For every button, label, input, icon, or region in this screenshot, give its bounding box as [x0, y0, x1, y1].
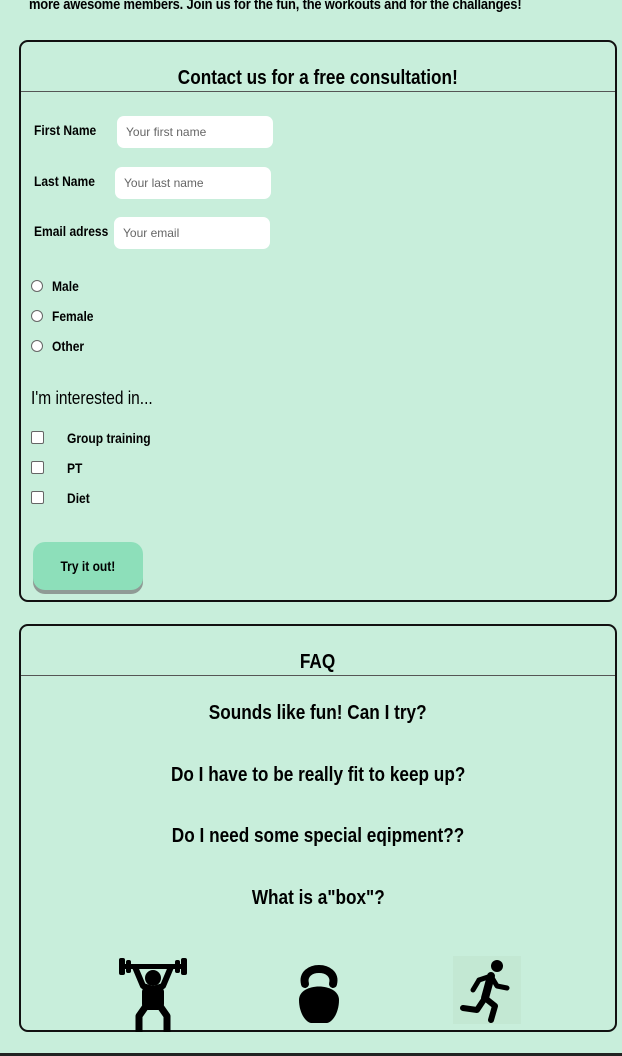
- radio-label: Female: [52, 308, 94, 324]
- checkbox-label: Diet: [67, 490, 90, 506]
- checkbox[interactable]: [31, 491, 44, 504]
- faq-card: FAQ Sounds like fun! Can I try? Do I hav…: [19, 624, 617, 1035]
- faq-question-fitness[interactable]: Do I have to be really fit to keep up?: [21, 764, 615, 787]
- weightlifter-icon: [117, 956, 189, 1035]
- checkbox-label: PT: [67, 460, 83, 476]
- last-name-input[interactable]: [115, 167, 271, 199]
- contact-form-title: Contact us for a free consultation!: [21, 42, 615, 92]
- radio-label: Other: [52, 338, 85, 354]
- first-name-label: First Name: [34, 122, 97, 138]
- last-name-label: Last Name: [34, 173, 95, 189]
- radio-button[interactable]: [31, 310, 43, 322]
- radio-button[interactable]: [31, 280, 43, 292]
- radio-label: Male: [52, 278, 79, 294]
- faq-question-try[interactable]: Sounds like fun! Can I try?: [21, 702, 615, 725]
- checkbox[interactable]: [31, 431, 44, 444]
- interest-heading: I'm interested in...: [31, 388, 153, 408]
- checkbox[interactable]: [31, 461, 44, 474]
- faq-question-equipment[interactable]: Do I need some special eqipment??: [21, 825, 615, 848]
- try-it-out-button[interactable]: Try it out!: [33, 542, 143, 590]
- email-input[interactable]: [114, 217, 270, 249]
- faq-title: FAQ: [21, 626, 615, 676]
- first-name-input[interactable]: [117, 116, 273, 148]
- kettlebell-icon: [291, 956, 347, 1026]
- faq-question-box[interactable]: What is a"box"?: [21, 887, 615, 910]
- intro-text: more awesome members. Join us for the fu…: [28, 0, 522, 13]
- checkbox-label: Group training: [67, 430, 151, 446]
- radio-button[interactable]: [31, 340, 43, 352]
- email-label: Email adress: [34, 223, 109, 239]
- runner-icon: [453, 956, 521, 1024]
- contact-form-card: Contact us for a free consultation! Firs…: [19, 40, 617, 602]
